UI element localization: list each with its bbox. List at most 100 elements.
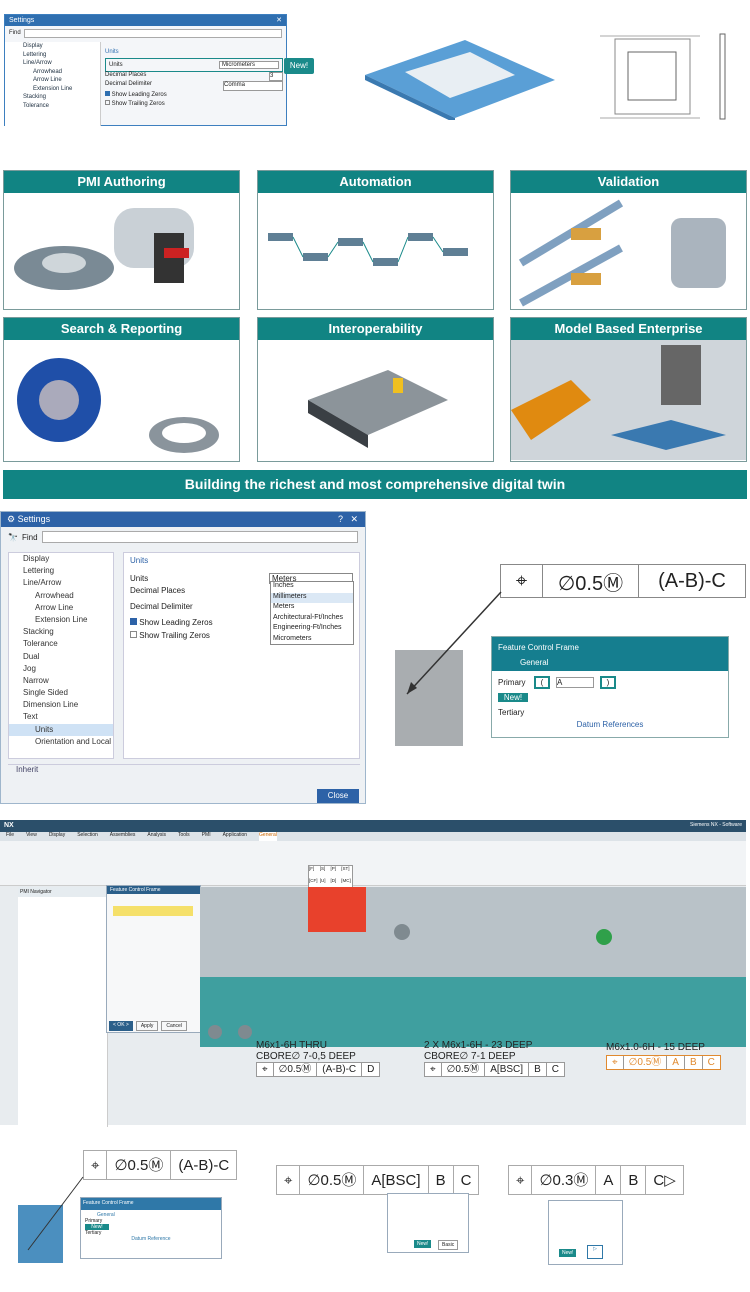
ok-button[interactable]: < OK > (109, 1021, 133, 1031)
triangle-icon[interactable]: ▷ (587, 1245, 603, 1259)
settings-dialog-small: Settings ✕ Find Display Lettering Line/Ar… (4, 14, 287, 126)
menu-file[interactable]: File (6, 832, 14, 841)
apply-button[interactable]: Apply (135, 1021, 159, 1031)
tree-item[interactable]: Lettering (9, 565, 113, 577)
symbol-option[interactable]: [P] (331, 866, 342, 878)
panel-search-reporting: Search & Reporting (3, 317, 240, 462)
cancel-button[interactable]: Cancel (161, 1021, 187, 1031)
menu-pmi[interactable]: PMI (202, 832, 211, 841)
tab-general[interactable]: General (520, 658, 722, 667)
fcf-cell: C (707, 1057, 715, 1068)
units-section: Units Units Micrometers Decimal Places 3 … (105, 49, 283, 121)
fcf-cell: B (621, 1166, 647, 1194)
delimiter-select[interactable]: Comma (223, 81, 283, 91)
tree-item[interactable]: Orientation and Local (9, 736, 113, 748)
menu-analysis[interactable]: Analysis (147, 832, 166, 841)
fcf-bottom-2: ⌖ ∅0.5Ⓜ A[BSC] B C (276, 1165, 480, 1195)
tree-item[interactable]: Line/Arrow (9, 577, 113, 589)
close-button[interactable]: Close (317, 789, 359, 803)
dropdown-option[interactable]: Inches (271, 582, 353, 593)
panel-title: Interoperability (258, 318, 493, 340)
dropdown-option[interactable]: Architectural-Ft/Inches (271, 614, 353, 625)
menu-tools[interactable]: Tools (178, 832, 190, 841)
tolerance-value: ∅0.5Ⓜ (543, 565, 639, 597)
dropdown-option[interactable]: Millimeters (271, 592, 353, 603)
dropdown-option[interactable]: Micrometers (271, 635, 353, 646)
find-label: Find (9, 30, 21, 36)
panel-title: Automation (258, 171, 493, 193)
tree-item[interactable]: Single Sided (9, 687, 113, 699)
inherit-section[interactable]: Inherit (8, 764, 360, 776)
close-icon[interactable]: ✕ (276, 16, 282, 24)
menu-application[interactable]: Application (223, 832, 247, 841)
units-dropdown[interactable]: Inches Millimeters Meters Architectural-… (270, 581, 354, 645)
tree-item[interactable]: Arrow Line (5, 76, 100, 85)
fcf-cell: ∅0.5Ⓜ (274, 1063, 318, 1076)
tree-item[interactable]: Stacking (9, 626, 113, 638)
checkbox[interactable] (105, 91, 110, 96)
gear-icon: ⚙ (7, 514, 18, 524)
checkbox[interactable] (130, 631, 137, 638)
checkbox[interactable] (130, 618, 137, 625)
paren-close[interactable]: ) (600, 676, 616, 689)
tree-item[interactable]: Arrowhead (5, 68, 100, 77)
menu-view[interactable]: View (26, 832, 37, 841)
tree-item[interactable]: Dimension Line (9, 699, 113, 711)
panel-title: Search & Reporting (4, 318, 239, 340)
tree-item[interactable]: Display (9, 553, 113, 565)
find-input[interactable] (23, 28, 282, 38)
fcf-cell: A[BSC] (364, 1166, 429, 1194)
tree-item[interactable]: Narrow (9, 675, 113, 687)
fcf-cell: B (429, 1166, 454, 1194)
callout-line: M6x1.0-6H - 15 DEEP (606, 1042, 705, 1053)
symbol-option[interactable]: [S] (320, 866, 331, 878)
tree-item[interactable]: Extension Line (5, 85, 100, 94)
tree-item[interactable]: Extension Line (9, 614, 113, 626)
fcf-cell: (A-B)-C (317, 1063, 363, 1076)
panel-validation: Validation (510, 170, 747, 310)
tree-item[interactable]: Jog (9, 663, 113, 675)
tree-item[interactable]: Lettering (5, 51, 100, 60)
tree-item[interactable]: Stacking (5, 93, 100, 102)
close-icon[interactable]: ✕ (350, 514, 358, 525)
paren-open[interactable]: ( (534, 676, 550, 689)
dropdown-option[interactable]: Meters (271, 603, 353, 614)
primary-select[interactable]: A (556, 677, 594, 688)
model-viewport[interactable] (200, 887, 746, 1047)
symbol-option[interactable]: [F] (309, 866, 320, 878)
tree-item[interactable]: Arrow Line (9, 602, 113, 614)
menu-display[interactable]: Display (49, 832, 65, 841)
tree-item[interactable]: Display (5, 42, 100, 51)
nx-titlebar: NX Siemens NX - Software (0, 820, 746, 832)
units-select[interactable]: Micrometers (219, 61, 279, 69)
tree-item-selected[interactable]: Units (9, 723, 113, 736)
find-input[interactable] (41, 531, 358, 543)
fcf-cell: C▷ (653, 1172, 676, 1189)
tree-item[interactable]: Arrowhead (9, 590, 113, 602)
tree-item[interactable]: Tolerance (9, 638, 113, 650)
help-icon[interactable]: ? (338, 514, 343, 524)
banner: Building the richest and most comprehens… (3, 470, 747, 499)
tree-item[interactable]: Tolerance (5, 102, 100, 111)
tree-item[interactable]: Dual (9, 651, 113, 663)
dropdown-option[interactable]: Engineering-Ft/Inches (271, 624, 353, 635)
units-section: Units Units Meters Decimal Places Decimal… (123, 552, 360, 759)
leading-zeros-label: Show Leading Zeros (139, 618, 213, 627)
decimal-places-value[interactable]: 3 (269, 72, 283, 81)
datum-popup-2: New! Basic (387, 1193, 469, 1253)
panel-interoperability: Interoperability (257, 317, 494, 462)
menu-general[interactable]: General (259, 832, 277, 841)
tree-item[interactable]: Text (9, 711, 113, 723)
units-label: Units (109, 62, 123, 68)
menu-assemblies[interactable]: Assemblies (110, 832, 136, 841)
panel-pmi-authoring: PMI Authoring (3, 170, 240, 310)
symbol-option[interactable]: [ST] (341, 866, 352, 878)
tree-item[interactable]: Line/Arrow (5, 59, 100, 68)
app-title: Siemens NX - Software (690, 822, 742, 828)
basic-option[interactable]: Basic (438, 1240, 459, 1250)
specify-location-field[interactable] (113, 906, 193, 916)
fcf-cell: C (551, 1064, 559, 1075)
menu-selection[interactable]: Selection (77, 832, 98, 841)
checkbox[interactable] (105, 100, 110, 105)
fcf-cell: A[BSC] (485, 1063, 530, 1076)
